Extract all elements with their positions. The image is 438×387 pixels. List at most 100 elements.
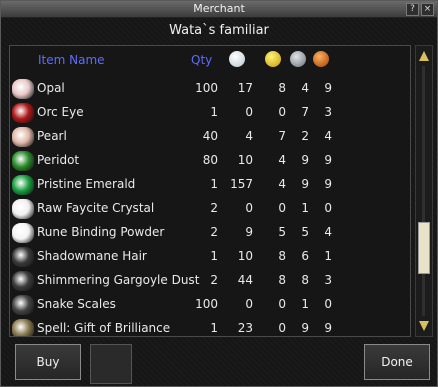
copper-coin-icon[interactable] <box>313 51 329 67</box>
dust-icon <box>12 271 34 291</box>
scroll-up-arrow-icon[interactable] <box>419 51 429 61</box>
list-item[interactable]: Raw Faycite Crystal 2 0 0 1 0 <box>10 197 410 221</box>
scales-icon <box>12 295 34 315</box>
item-value-v2: 0 <box>278 321 286 335</box>
list-item[interactable]: Pristine Emerald 1 157 4 9 9 <box>10 173 410 197</box>
item-value-v4: 9 <box>324 153 332 167</box>
item-value-v1: 157 <box>230 177 253 191</box>
item-name: Pearl <box>37 129 67 143</box>
list-item[interactable]: Peridot 80 10 4 9 9 <box>10 149 410 173</box>
item-value-v1: 44 <box>237 273 253 287</box>
silver-coin-icon[interactable] <box>290 51 306 67</box>
item-value-v4: 9 <box>324 81 332 95</box>
item-value-v2: 8 <box>278 249 286 263</box>
item-value-v4: 0 <box>324 201 332 215</box>
list-item[interactable]: Snake Scales 100 0 0 1 0 <box>10 293 410 317</box>
item-qty: 40 <box>202 129 218 143</box>
list-item[interactable]: Opal 100 17 8 4 9 <box>10 77 410 101</box>
item-value-v2: 5 <box>278 225 286 239</box>
item-name: Peridot <box>37 153 80 167</box>
item-name: Rune Binding Powder <box>37 225 165 239</box>
item-value-v2: 0 <box>278 201 286 215</box>
item-name: Snake Scales <box>37 297 116 311</box>
item-preview-slot[interactable] <box>90 344 132 384</box>
list-item[interactable]: Shimmering Gargoyle Dust 2 44 8 8 3 <box>10 269 410 293</box>
item-value-v1: 10 <box>237 153 253 167</box>
item-value-v3: 2 <box>301 129 309 143</box>
title-bar[interactable]: Merchant ? × <box>1 1 437 18</box>
item-value-v1: 0 <box>245 201 253 215</box>
column-header-qty[interactable]: Qty <box>191 53 212 67</box>
merchant-name: Wata`s familiar <box>169 23 269 38</box>
item-value-v1: 9 <box>245 225 253 239</box>
item-list[interactable]: Item Name Qty Opal 100 17 8 4 9 Orc Eye 1 0 0 7 3 Pe… <box>9 45 411 337</box>
item-value-v2: 4 <box>278 177 286 191</box>
pearl-icon <box>12 127 34 147</box>
opal-icon <box>12 79 34 99</box>
item-value-v2: 0 <box>278 297 286 311</box>
merchant-window: Merchant ? × Wata`s familiar Item Name Q… <box>0 0 438 387</box>
scroll-thumb[interactable] <box>418 222 430 274</box>
item-name: Shimmering Gargoyle Dust <box>37 273 200 287</box>
eye-icon <box>12 103 34 123</box>
window-title: Merchant <box>193 2 245 15</box>
item-qty: 1 <box>210 177 218 191</box>
item-value-v1: 10 <box>237 249 253 263</box>
item-qty: 100 <box>195 81 218 95</box>
item-name: Pristine Emerald <box>37 177 136 191</box>
list-item[interactable]: Spell: Gift of Brilliance 1 23 0 9 9 <box>10 317 410 336</box>
item-value-v1: 17 <box>237 81 253 95</box>
list-item[interactable]: Pearl 40 4 7 2 4 <box>10 125 410 149</box>
list-header: Item Name Qty <box>10 46 410 74</box>
list-scrollbar[interactable] <box>415 45 433 337</box>
item-name: Raw Faycite Crystal <box>37 201 155 215</box>
item-value-v1: 0 <box>245 297 253 311</box>
list-item[interactable]: Orc Eye 1 0 0 7 3 <box>10 101 410 125</box>
item-name: Spell: Gift of Brilliance <box>37 321 171 335</box>
item-value-v4: 4 <box>324 225 332 239</box>
list-item[interactable]: Rune Binding Powder 2 9 5 5 4 <box>10 221 410 245</box>
powder-icon <box>12 223 34 243</box>
item-value-v4: 9 <box>324 321 332 335</box>
scroll-icon <box>12 319 34 336</box>
column-header-name[interactable]: Item Name <box>38 53 105 67</box>
buy-button[interactable]: Buy <box>15 344 81 380</box>
item-qty: 100 <box>195 297 218 311</box>
item-qty: 1 <box>210 249 218 263</box>
item-value-v3: 1 <box>301 297 309 311</box>
scroll-down-arrow-icon[interactable] <box>419 321 429 331</box>
item-value-v3: 9 <box>301 177 309 191</box>
item-qty: 80 <box>202 153 218 167</box>
item-value-v2: 7 <box>278 129 286 143</box>
item-value-v3: 9 <box>301 153 309 167</box>
item-qty: 2 <box>210 273 218 287</box>
item-value-v3: 9 <box>301 321 309 335</box>
item-value-v3: 5 <box>301 225 309 239</box>
gold-coin-icon[interactable] <box>265 51 281 67</box>
item-value-v3: 6 <box>301 249 309 263</box>
item-name: Shadowmane Hair <box>37 249 147 263</box>
emerald-icon <box>12 175 34 195</box>
platinum-coin-icon[interactable] <box>229 51 245 67</box>
done-button[interactable]: Done <box>364 344 430 380</box>
item-value-v4: 1 <box>324 249 332 263</box>
item-value-v4: 9 <box>324 177 332 191</box>
item-qty: 2 <box>210 201 218 215</box>
item-value-v3: 1 <box>301 201 309 215</box>
item-qty: 1 <box>210 105 218 119</box>
item-qty: 2 <box>210 225 218 239</box>
crystal-icon <box>12 199 34 219</box>
item-name: Opal <box>37 81 65 95</box>
item-value-v1: 4 <box>245 129 253 143</box>
peridot-icon <box>12 151 34 171</box>
item-value-v3: 4 <box>301 81 309 95</box>
item-value-v2: 8 <box>278 273 286 287</box>
item-value-v1: 0 <box>245 105 253 119</box>
scroll-track[interactable] <box>422 66 425 316</box>
item-value-v3: 8 <box>301 273 309 287</box>
help-button[interactable]: ? <box>406 3 419 16</box>
hair-icon <box>12 247 34 267</box>
item-value-v2: 8 <box>278 81 286 95</box>
close-button[interactable]: × <box>421 3 434 16</box>
list-item[interactable]: Shadowmane Hair 1 10 8 6 1 <box>10 245 410 269</box>
